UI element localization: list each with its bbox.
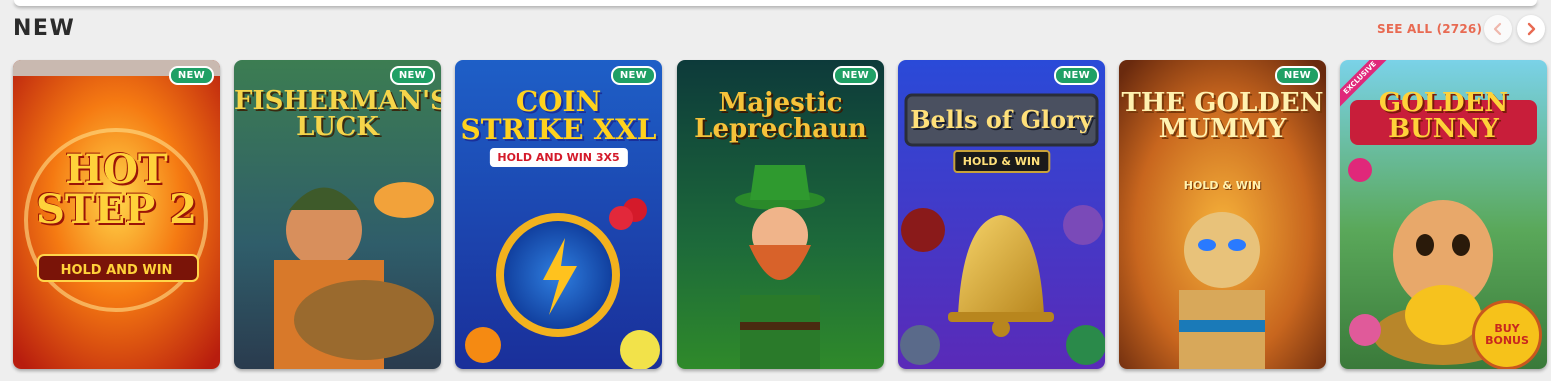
game-subtitle: HOLD & WIN (952, 150, 1051, 173)
game-card-hot-step-2[interactable]: HOT STEP 2 HOLD AND WIN NEW (13, 60, 220, 369)
game-title: Bells of Glory (910, 105, 1093, 134)
new-badge: NEW (1274, 66, 1320, 85)
game-subtitle: HOLD & WIN (1183, 179, 1262, 192)
carousel-next-button[interactable] (1517, 15, 1545, 43)
buy-bonus-badge: BUY BONUS (1472, 300, 1542, 369)
game-title: Majestic Leprechaun (694, 88, 867, 144)
game-subtitle: HOLD AND WIN 3X5 (489, 148, 628, 167)
game-card-the-golden-mummy[interactable]: THE GOLDEN MUMMY HOLD & WIN NEW (1119, 60, 1326, 369)
new-badge: NEW (1053, 66, 1099, 85)
game-subtitle: HOLD AND WIN (60, 263, 173, 278)
top-bar-edge (14, 0, 1537, 6)
game-title: FISHERMAN'S LUCK (234, 86, 441, 142)
game-card-majestic-leprechaun[interactable]: Majestic Leprechaun NEW (677, 60, 884, 369)
new-badge: NEW (832, 66, 878, 85)
game-card-bells-of-glory[interactable]: Bells of Glory HOLD & WIN NEW (898, 60, 1105, 369)
chevron-right-icon (1527, 22, 1536, 36)
game-title: GOLDEN BUNNY (1378, 88, 1509, 144)
see-all-link[interactable]: SEE ALL (2726) (1377, 22, 1482, 36)
carousel-prev-button[interactable] (1484, 15, 1512, 43)
game-title: HOT STEP 2 (36, 146, 197, 233)
game-title: THE GOLDEN MUMMY (1121, 88, 1324, 144)
new-badge: NEW (168, 66, 214, 85)
new-badge: NEW (610, 66, 656, 85)
section-title: NEW (13, 16, 76, 41)
new-badge: NEW (389, 66, 435, 85)
game-title: COIN STRIKE XXL (460, 85, 657, 146)
game-card-fishermans-luck[interactable]: FISHERMAN'S LUCK NEW (234, 60, 441, 369)
game-card-coin-strike-xxl[interactable]: COIN STRIKE XXL HOLD AND WIN 3X5 NEW (455, 60, 662, 369)
game-card-golden-bunny[interactable]: GOLDEN BUNNY EXCLUSIVE BUY BONUS (1340, 60, 1547, 369)
chevron-left-icon (1493, 22, 1502, 36)
